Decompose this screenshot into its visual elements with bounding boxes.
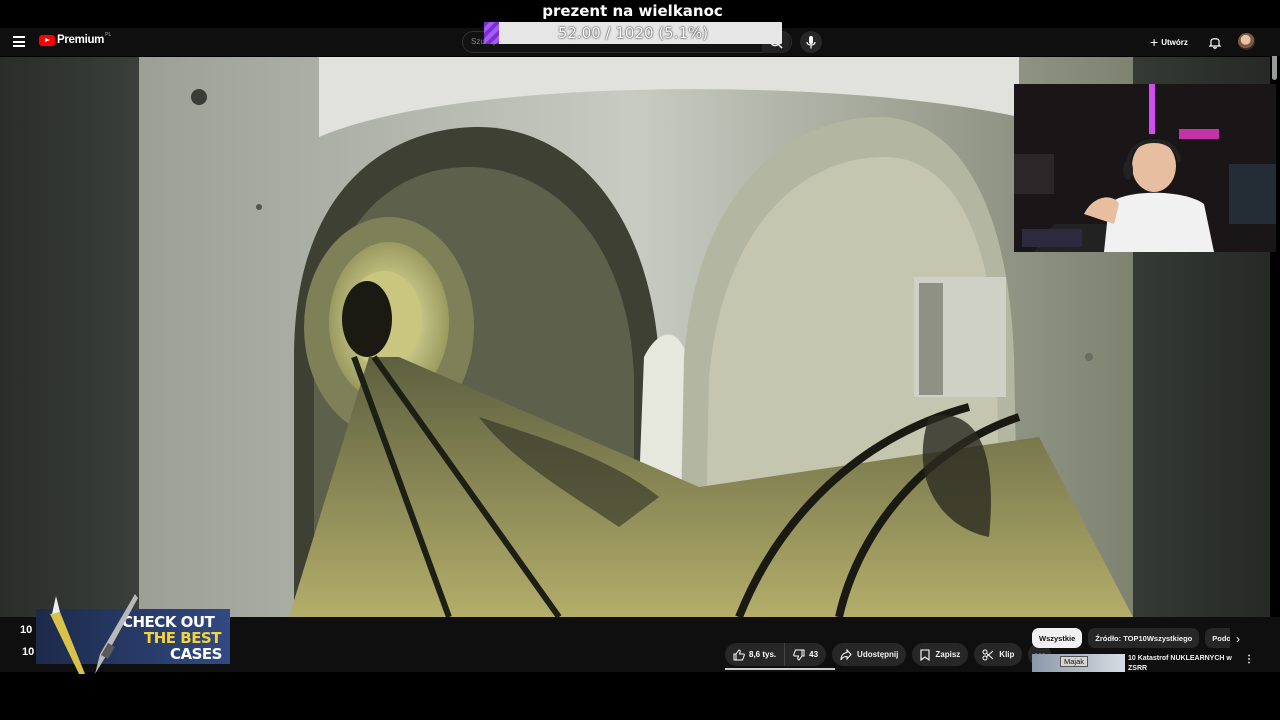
like-count: 8,6 tys.: [749, 650, 777, 659]
plus-icon: +: [1150, 34, 1159, 50]
video-letterbox-left: [0, 57, 139, 617]
thumbs-up-icon: [733, 648, 745, 660]
recommendation-title[interactable]: 10 Katastrof NUKLEARNYCH w ZSRR: [1128, 654, 1238, 672]
mic-icon: [806, 35, 816, 48]
like-ratio-bar: [725, 668, 835, 670]
video-actions: 8,6 tys. 43 Udostępnij Zapisz Klip: [725, 643, 1052, 666]
clip-label: Klip: [999, 650, 1015, 659]
donation-goal-text: 52.00 / 1020 (5.1%): [557, 24, 709, 42]
voice-search-button[interactable]: [800, 31, 822, 53]
knife-icon: [50, 594, 138, 674]
donation-goal-title: prezent na wielkanoc: [542, 2, 723, 20]
bookmark-icon: [920, 648, 930, 661]
chip-all[interactable]: Wszystkie: [1032, 628, 1083, 648]
chip-source[interactable]: Źródło: TOP10Wszystkiego: [1088, 628, 1200, 648]
youtube-logo-icon: [39, 34, 55, 46]
promo-banner[interactable]: CHECK OUT THE BEST CASES: [36, 594, 230, 674]
chevron-right-icon[interactable]: ›: [1236, 632, 1240, 646]
thumbs-down-icon: [793, 649, 805, 661]
region-label: PL: [105, 32, 112, 38]
share-label: Udostępnij: [857, 650, 899, 659]
recommendation-menu-icon[interactable]: ⋮: [1244, 654, 1254, 665]
menu-icon[interactable]: [13, 36, 25, 47]
youtube-logo[interactable]: Premium PL: [39, 32, 112, 46]
donation-goal-bar: 52.00 / 1020 (5.1%): [484, 22, 782, 44]
promo-line3: CASES: [170, 645, 222, 663]
avatar[interactable]: [1238, 33, 1255, 50]
tunnel-frame: [139, 57, 1133, 617]
webcam-frame: [1014, 84, 1276, 252]
like-dislike-group: 8,6 tys. 43: [725, 643, 827, 666]
chip-related[interactable]: Podobne: [1205, 628, 1230, 648]
create-button[interactable]: + Utwórz: [1150, 34, 1188, 50]
dislike-count: 43: [809, 650, 819, 659]
recommendation-thumbnail[interactable]: Majak: [1032, 654, 1125, 672]
share-button[interactable]: Udostępnij: [832, 643, 907, 666]
scissors-icon: [982, 649, 994, 660]
recommendation-chips: Wszystkie Źródło: TOP10Wszystkiego Podob…: [1032, 628, 1230, 648]
notifications-button[interactable]: [1208, 35, 1222, 49]
channel-info-bottom: 10: [22, 646, 35, 658]
create-label: Utwórz: [1161, 37, 1188, 47]
screen: Premium PL Szukaj + Utwórz prezent na wi…: [0, 0, 1280, 720]
video-player[interactable]: [139, 57, 1133, 617]
clip-button[interactable]: Klip: [974, 643, 1023, 666]
save-label: Zapisz: [935, 650, 961, 659]
channel-info-top: 10: [20, 624, 33, 636]
bell-icon: [1208, 38, 1222, 49]
streamer-webcam: [1014, 84, 1276, 252]
brand-label: Premium: [57, 34, 105, 46]
like-button[interactable]: 8,6 tys.: [725, 643, 786, 666]
thumbnail-badge: Majak: [1060, 656, 1089, 667]
dislike-button[interactable]: 43: [785, 643, 826, 666]
save-button[interactable]: Zapisz: [912, 643, 969, 666]
share-icon: [840, 648, 852, 660]
